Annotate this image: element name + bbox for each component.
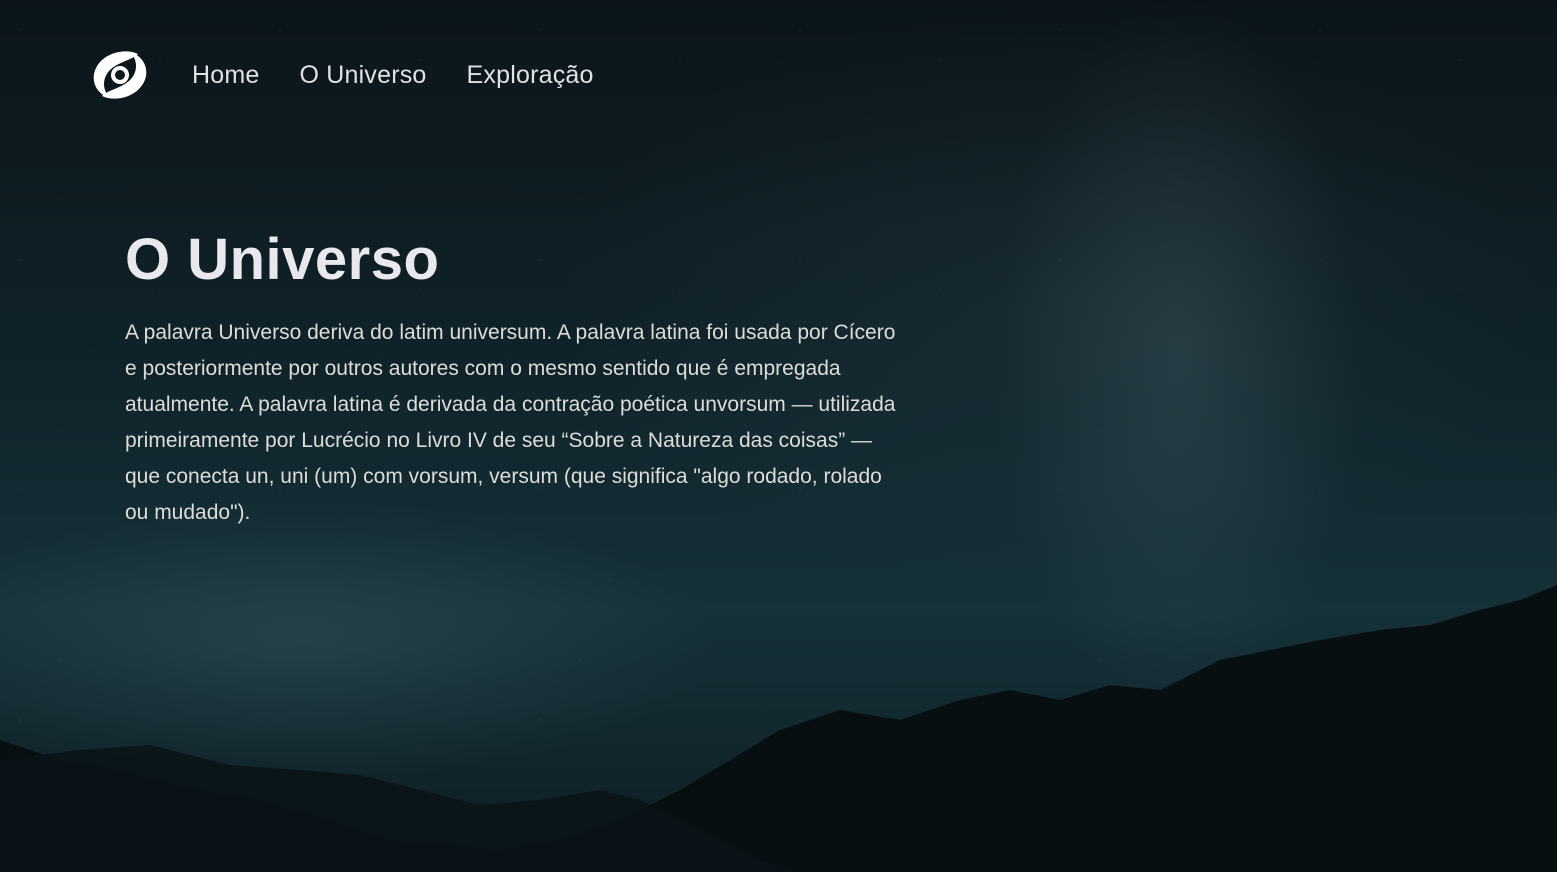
hero-section: O Universo A palavra Universo deriva do … bbox=[125, 226, 905, 531]
nav-exploracao-link[interactable]: Exploração bbox=[467, 61, 594, 90]
nav-home-link[interactable]: Home bbox=[192, 61, 260, 90]
nav-universo-link[interactable]: O Universo bbox=[300, 61, 427, 90]
spiral-galaxy-logo-icon[interactable] bbox=[88, 46, 152, 104]
main-navigation: Home O Universo Exploração bbox=[88, 44, 634, 106]
page-title: O Universo bbox=[125, 227, 440, 292]
hero-paragraph: A palavra Universo deriva do latim unive… bbox=[125, 321, 896, 524]
